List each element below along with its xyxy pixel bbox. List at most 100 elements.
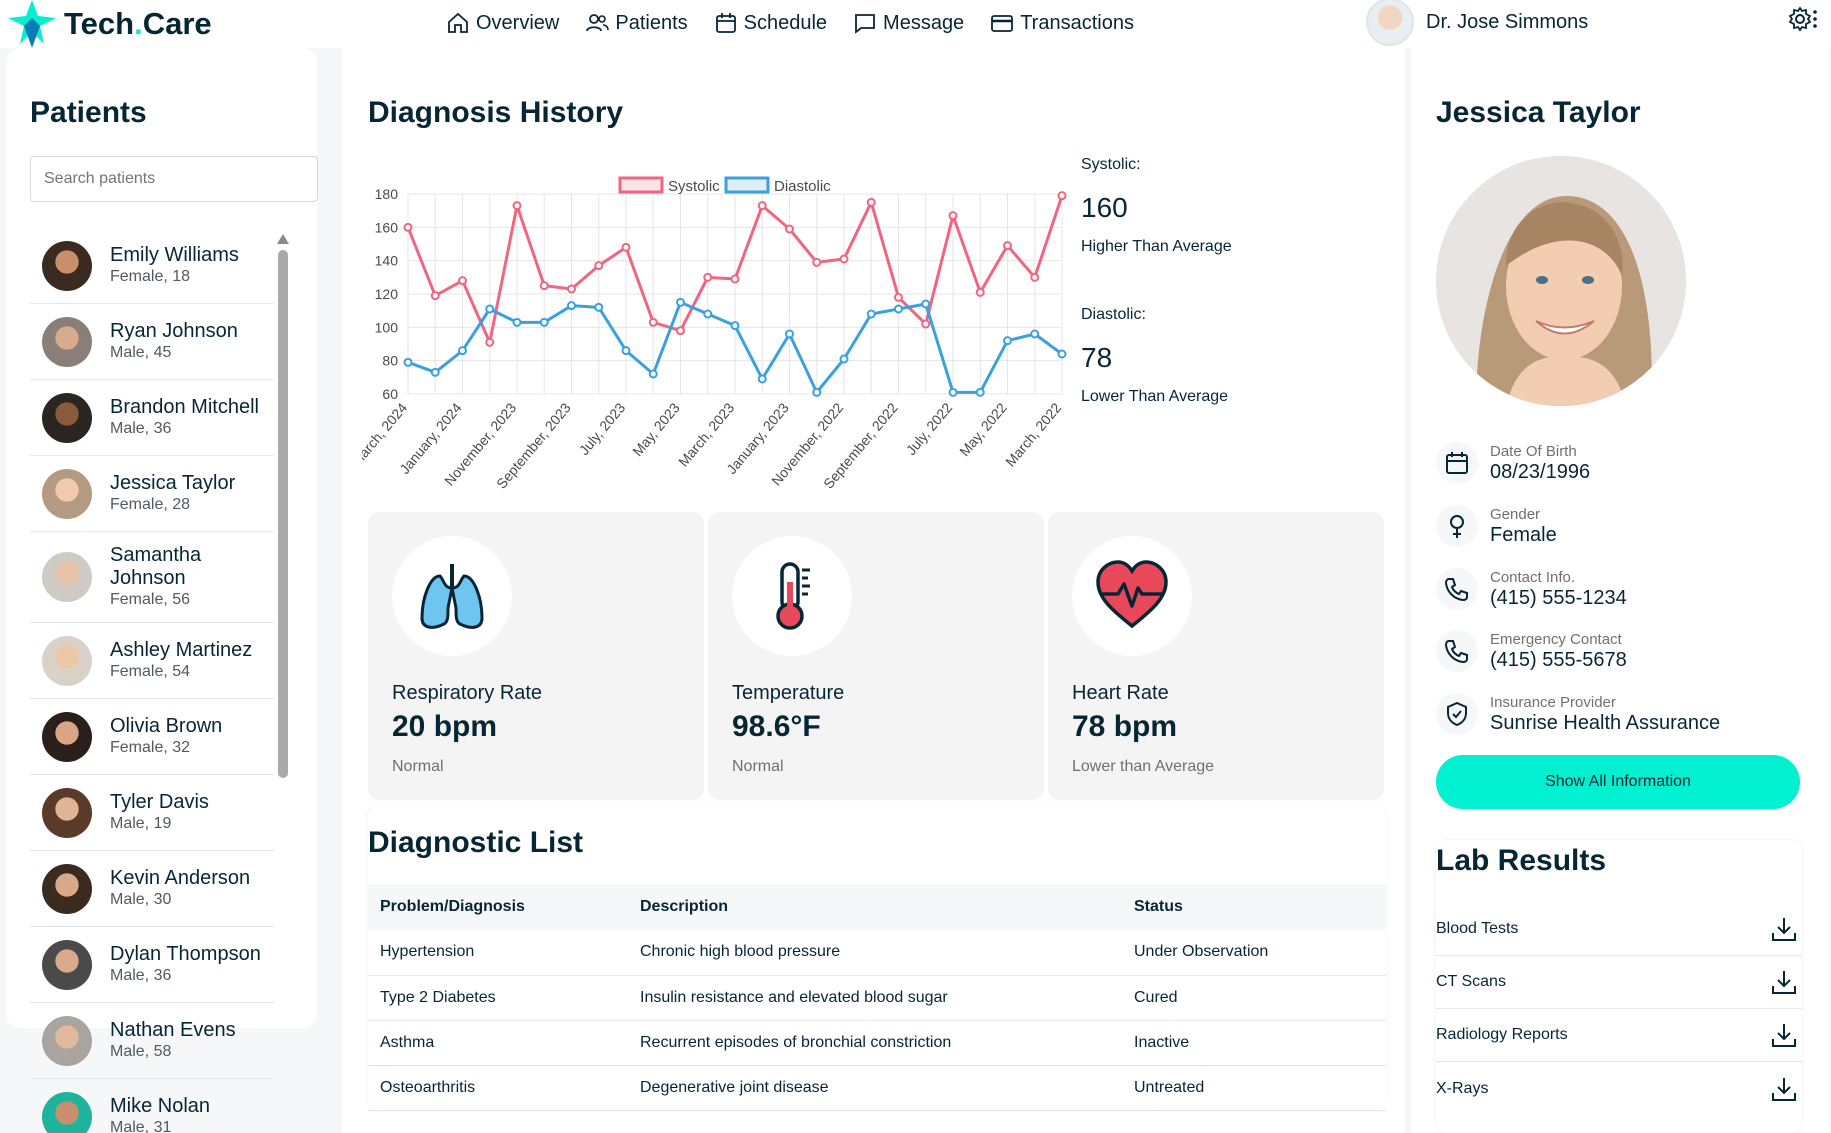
table-cell: Chronic high blood pressure xyxy=(628,930,1122,976)
info-value: Sunrise Health Assurance xyxy=(1490,711,1721,734)
data-point xyxy=(839,354,849,364)
data-point xyxy=(430,291,440,301)
nav-transactions[interactable]: Transactions xyxy=(990,11,1134,35)
patient-item[interactable]: Ashley Martinez Female, 54 xyxy=(30,623,274,699)
nav-message[interactable]: Message xyxy=(853,11,964,35)
app-logo[interactable]: Tech.Care xyxy=(8,0,212,48)
y-tick-label: 60 xyxy=(382,386,398,402)
nav-patients[interactable]: Patients xyxy=(585,11,688,35)
x-tick-label: March, 2023 xyxy=(675,399,737,469)
patient-meta: Male, 31 xyxy=(110,1119,172,1133)
credit-card-icon xyxy=(991,15,1014,32)
download-icon[interactable] xyxy=(1770,1021,1798,1049)
data-point xyxy=(539,281,549,291)
x-tick-label: May, 2022 xyxy=(956,399,1010,459)
patient-name: Samantha Johnson xyxy=(110,544,202,589)
table-row[interactable]: Type 2 Diabetes Insulin resistance and e… xyxy=(368,975,1386,1021)
female-icon xyxy=(1450,515,1464,538)
scroll-up-arrow[interactable] xyxy=(277,234,289,244)
profile-photo xyxy=(1436,156,1686,406)
lab-result-label: Radiology Reports xyxy=(1436,1026,1568,1043)
table-cell: Osteoarthritis xyxy=(368,1065,628,1111)
settings-button[interactable] xyxy=(1788,4,1818,34)
patient-meta: Female, 28 xyxy=(110,496,191,513)
vital-status: Normal xyxy=(392,758,444,775)
data-point xyxy=(785,224,794,234)
table-row[interactable]: Hypertension Chronic high blood pressure… xyxy=(368,930,1386,976)
data-point xyxy=(948,211,958,221)
patient-meta: Male, 36 xyxy=(110,420,172,437)
patient-item[interactable]: Dylan Thompson Male, 36 xyxy=(30,927,274,1003)
data-point xyxy=(866,197,876,207)
download-icon[interactable] xyxy=(1770,968,1798,996)
data-point xyxy=(458,346,467,356)
info-label: Date Of Birth xyxy=(1490,442,1577,460)
vital-value: 20 bpm xyxy=(392,710,498,743)
patient-item[interactable]: Mike Nolan Male, 31 xyxy=(30,1079,274,1133)
patient-item[interactable]: Jessica Taylor Female, 28 xyxy=(30,456,274,532)
search-input[interactable] xyxy=(30,156,318,202)
patient-item[interactable]: Tyler Davis Male, 19 xyxy=(30,775,274,851)
x-tick-label: May, 2023 xyxy=(629,399,683,459)
data-point xyxy=(975,287,985,297)
nav-overview-label: Overview xyxy=(476,11,560,34)
lab-result-item[interactable]: X-Rays xyxy=(1436,1062,1802,1115)
data-point xyxy=(648,369,658,379)
data-point xyxy=(403,222,413,232)
data-point xyxy=(621,346,631,356)
patient-item[interactable]: Emily Williams Female, 18 xyxy=(30,228,274,304)
patient-item[interactable]: Samantha Johnson Female, 56 xyxy=(30,532,274,623)
doctor-avatar xyxy=(1366,0,1414,46)
patient-item[interactable]: Nathan Evens Male, 58 xyxy=(30,1003,274,1079)
x-tick-label: March, 2022 xyxy=(1002,399,1064,469)
data-point xyxy=(1057,349,1067,359)
patient-name: Kevin Anderson xyxy=(110,867,251,889)
scrollbar-thumb[interactable] xyxy=(278,250,288,778)
data-point xyxy=(676,326,685,336)
data-point xyxy=(458,276,467,286)
avatar xyxy=(42,392,92,443)
table-row[interactable]: Asthma Recurrent episodes of bronchial c… xyxy=(368,1020,1386,1066)
lab-result-item[interactable]: CT Scans xyxy=(1436,956,1802,1009)
info-insurance: Insurance Provider Sunrise Health Assura… xyxy=(1436,693,1720,735)
show-all-information-button[interactable]: Show All Information xyxy=(1436,755,1800,809)
systolic-note: Higher Than Average xyxy=(1081,238,1232,255)
nav-schedule-label: Schedule xyxy=(743,11,828,34)
info-date-of-birth: Date Of Birth 08/23/1996 xyxy=(1436,442,1590,484)
chat-icon xyxy=(855,14,875,34)
info-value: Female xyxy=(1490,523,1557,546)
patient-item[interactable]: Kevin Anderson Male, 30 xyxy=(30,851,274,927)
column-header: Problem/Diagnosis xyxy=(368,884,628,930)
patient-meta: Female, 56 xyxy=(110,591,191,608)
heart-rate-card: Heart Rate 78 bpm Lower than Average xyxy=(1048,512,1384,800)
lab-result-label: Blood Tests xyxy=(1436,920,1519,937)
home-icon xyxy=(448,12,468,33)
nav-schedule[interactable]: Schedule xyxy=(714,11,827,35)
data-point xyxy=(757,201,767,211)
download-icon[interactable] xyxy=(1770,1075,1798,1103)
patient-item[interactable]: Brandon Mitchell Male, 36 xyxy=(30,380,274,456)
phone-icon xyxy=(1444,578,1468,602)
doctor-profile[interactable]: Dr. Jose Simmons xyxy=(1366,0,1589,46)
nav-overview[interactable]: Overview xyxy=(446,11,559,35)
doctor-name: Dr. Jose Simmons xyxy=(1426,10,1589,33)
patient-item[interactable]: Ryan Johnson Male, 45 xyxy=(30,304,274,380)
diagnostic-list-title: Diagnostic List xyxy=(368,826,584,859)
patient-name: Dylan Thompson xyxy=(110,943,261,965)
data-point xyxy=(703,309,713,319)
avatar xyxy=(42,468,92,519)
data-point xyxy=(485,337,495,347)
download-icon[interactable] xyxy=(1770,915,1798,943)
lungs-icon xyxy=(420,564,484,629)
data-point xyxy=(730,274,740,284)
lab-result-item[interactable]: Blood Tests xyxy=(1436,903,1802,956)
lungs-icon-circle xyxy=(392,536,512,656)
data-point xyxy=(594,302,604,312)
patient-meta: Male, 30 xyxy=(110,891,172,908)
diastolic-label: Diastolic: xyxy=(1081,306,1146,323)
data-point xyxy=(567,301,576,311)
patient-item[interactable]: Olivia Brown Female, 32 xyxy=(30,699,274,775)
table-row[interactable]: Osteoarthritis Degenerative joint diseas… xyxy=(368,1065,1386,1111)
data-point xyxy=(703,272,713,282)
lab-result-item[interactable]: Radiology Reports xyxy=(1436,1009,1802,1062)
